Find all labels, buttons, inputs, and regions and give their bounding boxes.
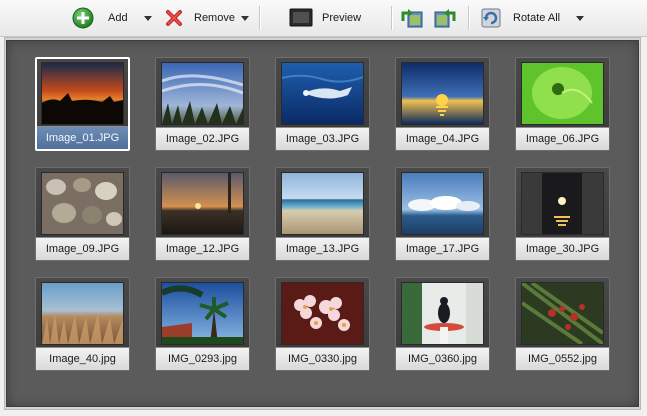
night-sunset-photo bbox=[522, 173, 603, 234]
image-thumbnail[interactable]: IMG_0360.jpg bbox=[395, 277, 490, 371]
image-thumbnail[interactable]: IMG_0293.jpg bbox=[155, 277, 250, 371]
image-thumbnail[interactable]: Image_03.JPG bbox=[275, 57, 370, 151]
image-filename: Image_04.JPG bbox=[396, 127, 489, 150]
remove-icon bbox=[166, 10, 182, 26]
image-filename: Image_09.JPG bbox=[36, 237, 129, 260]
image-thumbnail[interactable]: Image_12.JPG bbox=[155, 167, 250, 261]
bird-birdbath-photo bbox=[402, 283, 483, 344]
preview-button[interactable]: Preview bbox=[288, 6, 378, 30]
image-thumbnail[interactable]: Image_04.JPG bbox=[395, 57, 490, 151]
image-thumbnail[interactable]: IMG_0552.jpg bbox=[515, 277, 610, 371]
sandy-beach-photo bbox=[282, 173, 363, 234]
rotate-left-icon bbox=[401, 9, 423, 28]
rotate-right-icon bbox=[434, 9, 456, 28]
add-icon bbox=[72, 7, 94, 29]
image-filename: Image_40.jpg bbox=[36, 347, 129, 370]
sky-grass-photo bbox=[162, 63, 243, 124]
toolbar: Add Remove Preview Rotate All bbox=[0, 0, 647, 37]
underwater-diver-photo bbox=[282, 63, 363, 124]
image-filename: IMG_0330.jpg bbox=[276, 347, 369, 370]
image-thumbnail[interactable]: Image_13.JPG bbox=[275, 167, 370, 261]
image-filename: Image_01.JPG bbox=[37, 126, 128, 149]
image-filename: IMG_0552.jpg bbox=[516, 347, 609, 370]
rotate-right-button[interactable] bbox=[433, 6, 457, 30]
image-thumbnail[interactable]: Image_40.jpg bbox=[35, 277, 130, 371]
toolbar-separator bbox=[259, 6, 260, 30]
image-thumbnail[interactable]: IMG_0330.jpg bbox=[275, 277, 370, 371]
green-leaf-photo bbox=[522, 63, 603, 124]
image-filename: Image_03.JPG bbox=[276, 127, 369, 150]
palm-trees-photo bbox=[162, 283, 243, 344]
image-gallery[interactable]: Image_01.JPG Image_02.JPG Image_03.JPG I… bbox=[6, 40, 639, 407]
image-thumbnail[interactable]: Image_06.JPG bbox=[515, 57, 610, 151]
preview-label: Preview bbox=[322, 12, 362, 24]
remove-label: Remove bbox=[194, 12, 235, 24]
rotate-left-button[interactable] bbox=[400, 6, 424, 30]
sunset-silhouette-photo bbox=[42, 63, 123, 124]
add-dropdown-icon[interactable] bbox=[144, 16, 152, 21]
image-thumbnail[interactable]: Image_02.JPG bbox=[155, 57, 250, 151]
remove-button[interactable]: Remove bbox=[163, 6, 253, 30]
remove-dropdown-icon[interactable] bbox=[241, 16, 249, 21]
rotate-all-icon bbox=[481, 8, 501, 28]
seashells-photo bbox=[42, 173, 123, 234]
image-filename: Image_30.JPG bbox=[516, 237, 609, 260]
dune-grass-photo bbox=[42, 283, 123, 344]
image-filename: Image_02.JPG bbox=[156, 127, 249, 150]
image-thumbnail[interactable]: Image_09.JPG bbox=[35, 167, 130, 261]
beach-sunset-photo bbox=[162, 173, 243, 234]
ocean-sunrise-photo bbox=[402, 63, 483, 124]
toolbar-separator bbox=[468, 6, 469, 30]
monitor-icon bbox=[289, 8, 313, 27]
image-filename: Image_17.JPG bbox=[396, 237, 489, 260]
toolbar-separator bbox=[391, 6, 392, 30]
rotate-all-label: Rotate All bbox=[513, 12, 561, 24]
flowers-photo bbox=[282, 283, 363, 344]
image-filename: Image_06.JPG bbox=[516, 127, 609, 150]
image-filename: Image_12.JPG bbox=[156, 237, 249, 260]
image-filename: IMG_0360.jpg bbox=[396, 347, 489, 370]
clouds-sea-photo bbox=[402, 173, 483, 234]
image-filename: IMG_0293.jpg bbox=[156, 347, 249, 370]
berries-photo bbox=[522, 283, 603, 344]
rotate-all-dropdown-icon[interactable] bbox=[576, 16, 584, 21]
add-label: Add bbox=[108, 12, 128, 24]
rotate-all-button[interactable]: Rotate All bbox=[480, 6, 584, 30]
image-filename: Image_13.JPG bbox=[276, 237, 369, 260]
image-thumbnail[interactable]: Image_01.JPG bbox=[35, 57, 130, 151]
image-thumbnail[interactable]: Image_30.JPG bbox=[515, 167, 610, 261]
add-button[interactable]: Add bbox=[72, 6, 158, 30]
image-thumbnail[interactable]: Image_17.JPG bbox=[395, 167, 490, 261]
